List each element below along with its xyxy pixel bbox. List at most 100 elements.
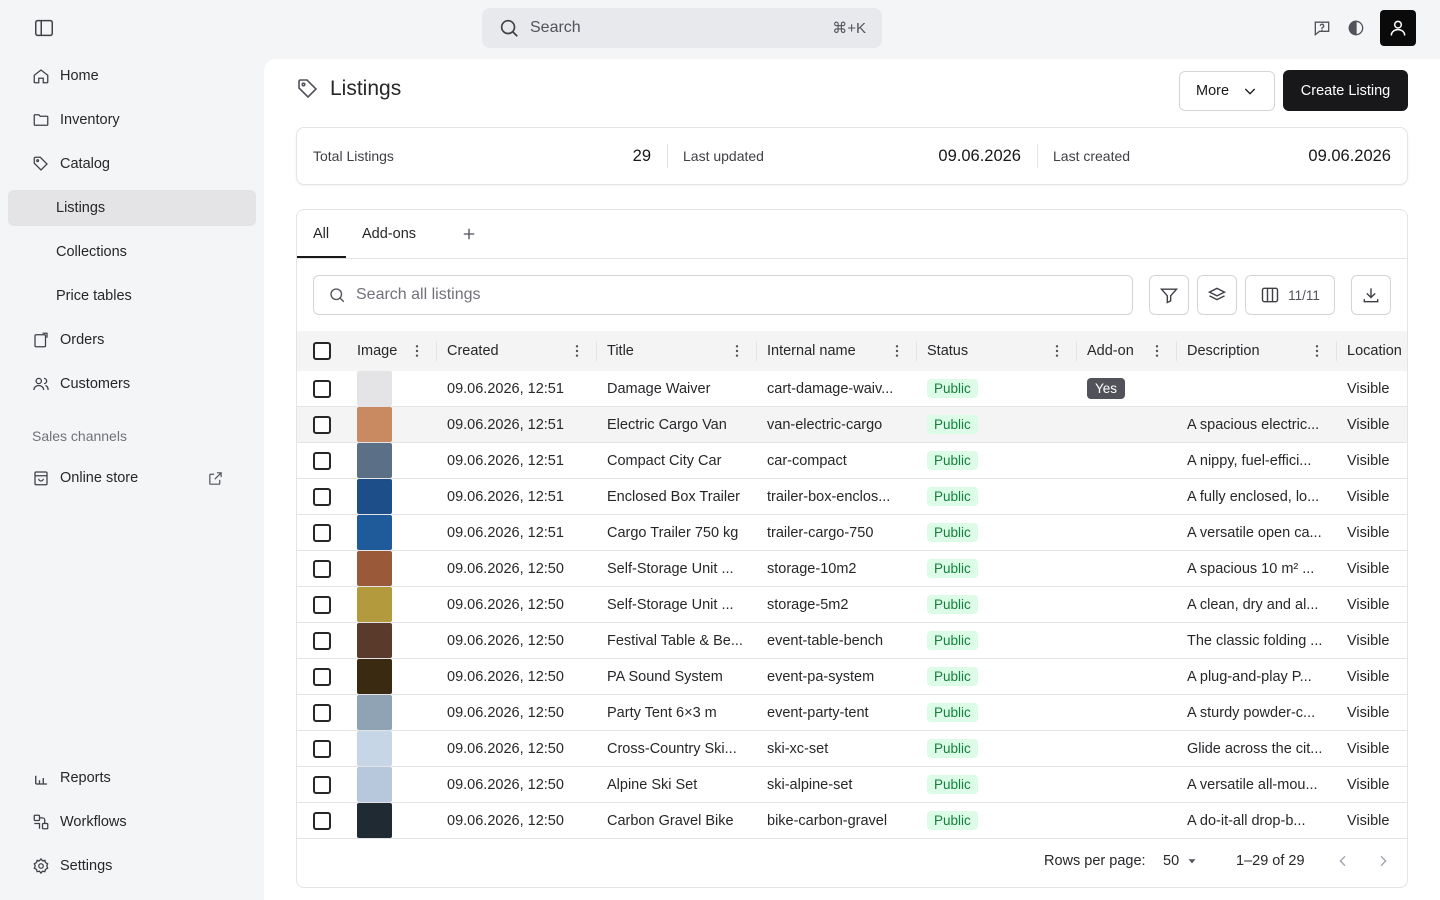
select-all-checkbox[interactable]	[313, 331, 337, 371]
title-cell[interactable]: Party Tent 6×3 m	[607, 695, 747, 730]
row-checkbox-cell[interactable]	[313, 695, 337, 730]
sidebar-item-collections[interactable]: Collections	[8, 234, 256, 270]
title-cell[interactable]: Damage Waiver	[607, 371, 747, 406]
table-row[interactable]: 09.06.2026, 12:51 Enclosed Box Trailer tra…	[297, 479, 1407, 515]
listing-thumbnail[interactable]	[357, 515, 392, 550]
col-image[interactable]: Image	[347, 331, 437, 371]
column-menu-icon[interactable]	[1309, 343, 1325, 359]
table-row[interactable]: 09.06.2026, 12:51 Damage Waiver cart-damag…	[297, 371, 1407, 407]
listing-thumbnail[interactable]	[357, 479, 392, 514]
rows-per-page-select[interactable]: 50	[1163, 851, 1199, 871]
row-checkbox[interactable]	[313, 559, 331, 578]
listing-thumbnail[interactable]	[357, 443, 392, 478]
row-checkbox-cell[interactable]	[313, 407, 337, 442]
tab-addons[interactable]: Add-ons	[362, 226, 416, 242]
col-created[interactable]: Created	[437, 331, 597, 371]
more-button[interactable]: More	[1179, 71, 1275, 111]
col-internal-name[interactable]: Internal name	[757, 331, 917, 371]
row-checkbox[interactable]	[313, 703, 331, 722]
row-checkbox[interactable]	[313, 415, 331, 434]
column-menu-icon[interactable]	[569, 343, 585, 359]
row-checkbox[interactable]	[313, 739, 331, 758]
row-checkbox-cell[interactable]	[313, 659, 337, 694]
listing-thumbnail[interactable]	[357, 695, 392, 730]
help-icon[interactable]	[1312, 18, 1332, 38]
title-cell[interactable]: Self-Storage Unit ...	[607, 551, 747, 586]
row-checkbox-cell[interactable]	[313, 623, 337, 658]
sidebar-item-online-store[interactable]: Online store	[8, 460, 256, 496]
create-listing-button[interactable]: Create Listing	[1283, 70, 1408, 111]
sidebar-item-workflows[interactable]: Workflows	[8, 804, 256, 840]
row-checkbox-cell[interactable]	[313, 551, 337, 586]
row-checkbox-cell[interactable]	[313, 587, 337, 622]
title-cell[interactable]: Compact City Car	[607, 443, 747, 478]
row-checkbox[interactable]	[313, 451, 331, 470]
listing-thumbnail[interactable]	[357, 659, 392, 694]
sidebar-toggle-icon[interactable]	[32, 16, 56, 40]
title-cell[interactable]: Cross-Country Ski...	[607, 731, 747, 766]
table-row[interactable]: 09.06.2026, 12:51 Cargo Trailer 750 kg tra…	[297, 515, 1407, 551]
row-checkbox-cell[interactable]	[313, 767, 337, 802]
sidebar-item-price-tables[interactable]: Price tables	[8, 278, 256, 314]
row-checkbox[interactable]	[313, 775, 331, 794]
sidebar-item-customers[interactable]: Customers	[8, 366, 256, 402]
row-checkbox[interactable]	[313, 595, 331, 614]
table-row[interactable]: 09.06.2026, 12:50 Festival Table & Be... e…	[297, 623, 1407, 659]
col-addon[interactable]: Add-on	[1077, 331, 1177, 371]
listing-thumbnail[interactable]	[357, 551, 392, 586]
table-row[interactable]: 09.06.2026, 12:50 Self-Storage Unit ... st…	[297, 551, 1407, 587]
next-page-button[interactable]	[1375, 851, 1391, 871]
title-cell[interactable]: Electric Cargo Van	[607, 407, 747, 442]
column-menu-icon[interactable]	[1149, 343, 1165, 359]
checkbox[interactable]	[313, 342, 331, 360]
listing-thumbnail[interactable]	[357, 407, 392, 442]
listing-thumbnail[interactable]	[357, 731, 392, 766]
columns-button[interactable]: 11/11	[1245, 275, 1335, 315]
column-menu-icon[interactable]	[409, 343, 425, 359]
sidebar-item-home[interactable]: Home	[8, 58, 256, 94]
listing-thumbnail[interactable]	[357, 371, 392, 406]
sidebar-item-settings[interactable]: Settings	[8, 848, 256, 884]
theme-icon[interactable]	[1346, 18, 1366, 38]
row-checkbox-cell[interactable]	[313, 479, 337, 514]
sidebar-item-listings[interactable]: Listings	[8, 190, 256, 226]
col-title[interactable]: Title	[597, 331, 757, 371]
sidebar-item-catalog[interactable]: Catalog	[8, 146, 256, 182]
listing-thumbnail[interactable]	[357, 803, 392, 838]
row-checkbox[interactable]	[313, 667, 331, 686]
table-row[interactable]: 09.06.2026, 12:50 Cross-Country Ski... ski…	[297, 731, 1407, 767]
column-menu-icon[interactable]	[1049, 343, 1065, 359]
listing-thumbnail[interactable]	[357, 767, 392, 802]
table-row[interactable]: 09.06.2026, 12:50 PA Sound System event-pa…	[297, 659, 1407, 695]
sidebar-item-reports[interactable]: Reports	[8, 760, 256, 796]
add-tab-icon[interactable]	[460, 225, 478, 243]
table-row[interactable]: 09.06.2026, 12:50 Alpine Ski Set ski-alpin…	[297, 767, 1407, 803]
global-search[interactable]: Search ⌘+K	[482, 8, 882, 48]
user-avatar[interactable]	[1380, 10, 1416, 46]
table-row[interactable]: 09.06.2026, 12:50 Self-Storage Unit ... st…	[297, 587, 1407, 623]
row-checkbox[interactable]	[313, 811, 331, 830]
listings-search-input[interactable]	[356, 286, 1118, 304]
listings-search[interactable]	[313, 275, 1133, 315]
column-menu-icon[interactable]	[729, 343, 745, 359]
listing-thumbnail[interactable]	[357, 623, 392, 658]
row-checkbox[interactable]	[313, 631, 331, 650]
row-checkbox-cell[interactable]	[313, 443, 337, 478]
row-checkbox-cell[interactable]	[313, 731, 337, 766]
sidebar-item-inventory[interactable]: Inventory	[8, 102, 256, 138]
column-menu-icon[interactable]	[889, 343, 905, 359]
table-row[interactable]: 09.06.2026, 12:50 Carbon Gravel Bike bike-…	[297, 803, 1407, 839]
row-checkbox-cell[interactable]	[313, 803, 337, 838]
row-checkbox-cell[interactable]	[313, 515, 337, 550]
title-cell[interactable]: Festival Table & Be...	[607, 623, 747, 658]
title-cell[interactable]: Enclosed Box Trailer	[607, 479, 747, 514]
prev-page-button[interactable]	[1335, 851, 1351, 871]
row-checkbox[interactable]	[313, 379, 331, 398]
title-cell[interactable]: Alpine Ski Set	[607, 767, 747, 802]
table-row[interactable]: 09.06.2026, 12:51 Electric Cargo Van van-e…	[297, 407, 1407, 443]
title-cell[interactable]: Carbon Gravel Bike	[607, 803, 747, 838]
table-row[interactable]: 09.06.2026, 12:50 Party Tent 6×3 m event-p…	[297, 695, 1407, 731]
col-description[interactable]: Description	[1177, 331, 1337, 371]
row-checkbox-cell[interactable]	[313, 371, 337, 406]
listing-thumbnail[interactable]	[357, 587, 392, 622]
